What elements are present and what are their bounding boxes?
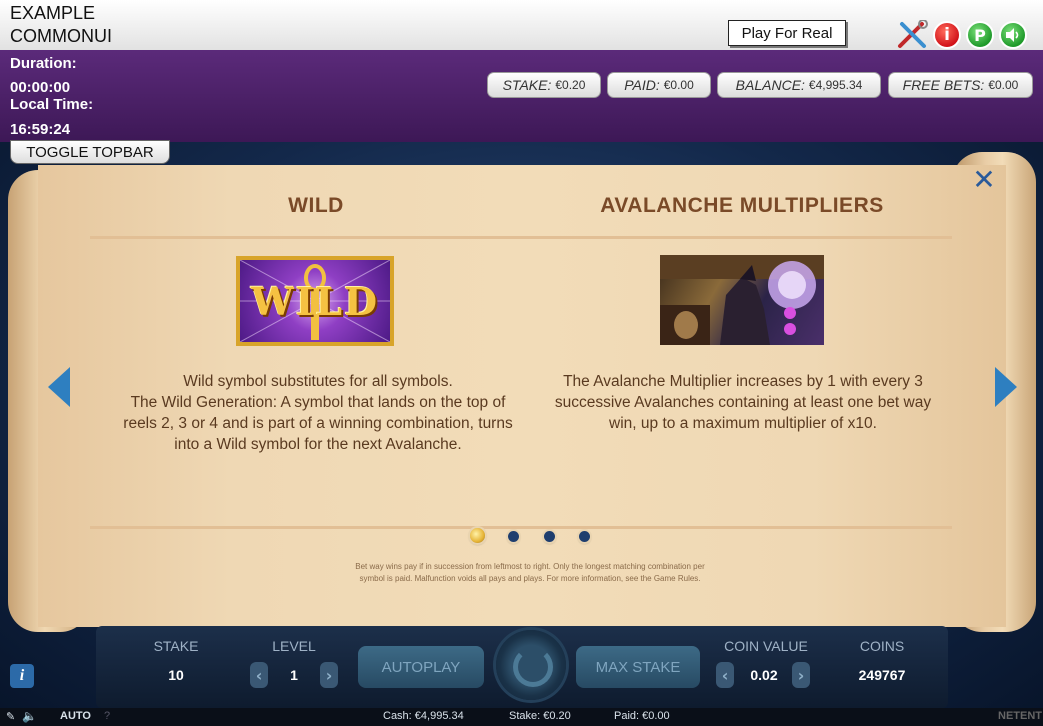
coins-value: 249767 bbox=[858, 667, 906, 683]
duration-value: 00:00:00 bbox=[10, 79, 71, 96]
free-bets-pill-value: €0.00 bbox=[988, 78, 1019, 92]
avalanche-heading: AVALANCHE MULTIPLIERS bbox=[600, 194, 884, 217]
paid-pill-label: PAID: bbox=[624, 77, 660, 93]
app-title-line2: COMMONUI bbox=[10, 26, 112, 46]
level-value: 1 bbox=[290, 667, 298, 683]
close-icon[interactable]: ✕ bbox=[970, 166, 998, 194]
wild-symbol-text: WILD bbox=[250, 278, 380, 324]
free-bets-pill: FREE BETS: €0.00 bbox=[888, 72, 1033, 98]
coins-label: COINS bbox=[859, 638, 905, 654]
stake-status: Stake: €0.20 bbox=[509, 710, 571, 722]
balance-pill-value: €4,995.34 bbox=[808, 78, 863, 92]
scroll-band bbox=[90, 236, 952, 239]
avalanche-desc-line: The Avalanche Multiplier increases by 1 … bbox=[563, 373, 923, 390]
fine-print-line: Bet way wins pay if in succession from l… bbox=[355, 562, 705, 571]
avalanche-multiplier-image bbox=[660, 255, 824, 345]
free-bets-pill-label: FREE BETS: bbox=[902, 77, 985, 93]
wild-desc-line: The Wild Generation: A symbol that lands… bbox=[130, 394, 506, 411]
app-title-line1: EXAMPLE bbox=[10, 3, 96, 23]
info-button[interactable]: i bbox=[10, 664, 34, 688]
duration-label: Duration: bbox=[10, 55, 77, 72]
local-time-label: Local Time: bbox=[10, 96, 94, 113]
level-decrease-button[interactable]: ‹ bbox=[250, 662, 268, 688]
wild-heading: WILD bbox=[288, 194, 344, 217]
stake-label: STAKE bbox=[153, 638, 199, 654]
top-bar bbox=[0, 0, 1043, 50]
paid-pill-value: €0.00 bbox=[663, 78, 694, 92]
tools-icon[interactable] bbox=[896, 19, 930, 50]
stake-value: 10 bbox=[168, 667, 184, 683]
max-stake-button[interactable]: MAX STAKE bbox=[576, 646, 700, 688]
balance-pill: BALANCE: €4,995.34 bbox=[717, 72, 881, 98]
coin-value-label: COIN VALUE bbox=[724, 638, 808, 654]
autoplay-button[interactable]: AUTOPLAY bbox=[358, 646, 484, 688]
wild-desc-line: into a Wild symbol for the next Avalanch… bbox=[174, 436, 462, 453]
brand-logo: NETENT bbox=[998, 710, 1042, 722]
coin-value-increase-button[interactable]: › bbox=[792, 662, 810, 688]
spin-icon bbox=[513, 647, 553, 687]
coin-value: 0.02 bbox=[750, 667, 778, 683]
coin-value-decrease-button[interactable]: ‹ bbox=[716, 662, 734, 688]
help-icon[interactable]: ? bbox=[104, 710, 110, 722]
avalanche-desc-line: successive Avalanches containing at leas… bbox=[554, 394, 932, 411]
wild-desc-line: Wild symbol substitutes for all symbols. bbox=[183, 373, 453, 390]
balance-pill-label: BALANCE: bbox=[735, 77, 805, 93]
info-icon[interactable]: i bbox=[933, 21, 961, 49]
fine-print: Bet way wins pay if in succession from l… bbox=[300, 561, 760, 585]
paid-status: Paid: €0.00 bbox=[614, 710, 670, 722]
p-icon[interactable]: P bbox=[966, 21, 994, 49]
sound-icon[interactable] bbox=[999, 21, 1027, 49]
avalanche-description: The Avalanche Multiplier increases by 1 … bbox=[533, 371, 953, 434]
stake-pill-label: STAKE: bbox=[502, 77, 552, 93]
avalanche-desc-line: win, up to a maximum multiplier of x10. bbox=[609, 415, 877, 432]
prev-page-arrow-icon[interactable] bbox=[48, 367, 70, 407]
play-for-real-button[interactable]: Play For Real bbox=[728, 20, 846, 46]
toggle-topbar-button[interactable]: TOGGLE TOPBAR bbox=[10, 140, 170, 164]
cash-status: Cash: €4,995.34 bbox=[383, 710, 464, 722]
scroll-band bbox=[90, 526, 952, 529]
fine-print-line: symbol is paid. Malfunction voids all pa… bbox=[359, 574, 701, 583]
wild-symbol-image: WILD bbox=[236, 256, 394, 346]
auto-toggle[interactable]: AUTO bbox=[60, 710, 91, 722]
wild-desc-line: reels 2, 3 or 4 and is part of a winning… bbox=[123, 415, 513, 432]
local-time-value: 16:59:24 bbox=[10, 121, 71, 138]
page-dot[interactable] bbox=[544, 531, 555, 542]
level-increase-button[interactable]: › bbox=[320, 662, 338, 688]
page-dot-active[interactable] bbox=[470, 528, 485, 543]
level-label: LEVEL bbox=[272, 638, 316, 654]
stake-pill-value: €0.20 bbox=[555, 78, 586, 92]
page-dot[interactable] bbox=[508, 531, 519, 542]
next-page-arrow-icon[interactable] bbox=[995, 367, 1017, 407]
wild-description: Wild symbol substitutes for all symbols.… bbox=[104, 371, 532, 455]
stake-pill: STAKE: €0.20 bbox=[487, 72, 601, 98]
settings-icon[interactable]: ✎ bbox=[6, 710, 15, 723]
page-dot[interactable] bbox=[579, 531, 590, 542]
paid-pill: PAID: €0.00 bbox=[607, 72, 711, 98]
sound-toggle-icon[interactable]: 🔈 bbox=[22, 709, 37, 723]
